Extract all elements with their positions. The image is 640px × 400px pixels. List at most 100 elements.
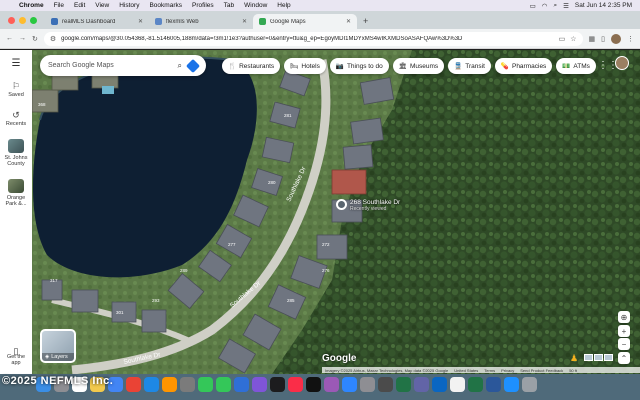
app-store-icon[interactable] [342, 377, 357, 392]
podcasts-icon[interactable] [324, 377, 339, 392]
menu-help[interactable]: Help [272, 2, 295, 9]
footer-link[interactable]: Privacy [501, 368, 514, 373]
chrome-profile-avatar[interactable] [611, 33, 621, 44]
app-icon[interactable] [234, 377, 249, 392]
excel-icon[interactable] [396, 377, 411, 392]
forward-arrow-icon[interactable]: → [19, 35, 26, 42]
system-settings-icon[interactable] [360, 377, 375, 392]
tab-realmls[interactable]: realMLS Dashboard ✕ [45, 14, 149, 29]
rail-recent-place[interactable]: Orange Park &... [2, 179, 30, 207]
rail-recent-place[interactable]: St. Johns County [2, 139, 30, 167]
menu-bookmarks[interactable]: Bookmarks [144, 2, 187, 9]
chrome-menu-icon[interactable]: ⋮ [627, 35, 634, 43]
map-preview-thumb[interactable] [584, 354, 593, 361]
location-pin-icon[interactable] [336, 199, 347, 210]
chip-transit[interactable]: 🚆 Transit [448, 58, 491, 74]
app-icon[interactable] [432, 377, 447, 392]
chip-atms[interactable]: 💵 ATMs [556, 58, 596, 74]
search-box[interactable]: Search Google Maps ⌕ [40, 55, 206, 76]
chip-label: Restaurants [239, 62, 275, 70]
app-icon[interactable] [270, 377, 285, 392]
google-account-avatar[interactable] [615, 56, 629, 70]
menu-tab[interactable]: Tab [219, 2, 239, 9]
rail-recents[interactable]: ↺ Recents [6, 110, 26, 127]
app-icon[interactable] [180, 377, 195, 392]
footer-link[interactable]: Send Product Feedback [520, 368, 563, 373]
directions-icon[interactable] [185, 58, 201, 73]
back-arrow-icon[interactable]: ← [6, 35, 13, 42]
extensions-icon[interactable]: ▦ [589, 35, 596, 43]
tab-title: flexmls Web [166, 18, 199, 25]
reload-icon[interactable]: ↻ [32, 35, 38, 43]
chip-pharmacies[interactable]: 💊 Pharmacies [494, 58, 553, 74]
menu-app-name[interactable]: Chrome [14, 2, 49, 9]
app-icon[interactable] [504, 377, 519, 392]
zoom-in-button[interactable]: + [618, 325, 630, 337]
menu-file[interactable]: File [49, 2, 69, 9]
wifi-icon[interactable]: ◠ [542, 2, 548, 10]
my-location-button[interactable]: ⊕ [618, 311, 630, 323]
pegman-icon[interactable]: ♟ [570, 353, 578, 364]
chip-restaurants[interactable]: 🍴 Restaurants [222, 58, 281, 74]
map-preview-thumb[interactable] [594, 354, 603, 361]
menu-edit[interactable]: Edit [69, 2, 90, 9]
photos-icon[interactable] [126, 377, 141, 392]
close-tab-icon[interactable]: ✕ [138, 18, 143, 25]
word-icon[interactable] [486, 377, 501, 392]
scale-label[interactable]: 50 ft [569, 368, 577, 373]
search-icon[interactable]: ⌕ [178, 61, 182, 71]
close-tab-icon[interactable]: ✕ [346, 18, 351, 25]
facetime-icon[interactable] [216, 377, 231, 392]
sidepanel-icon[interactable]: ▯ [601, 35, 605, 43]
battery-icon[interactable]: ▭ [530, 2, 536, 10]
chip-things-to-do[interactable]: 📷 Things to do [329, 58, 389, 74]
address-bar-url[interactable]: google.com/maps/@30.054368,-81.5146005,1… [61, 36, 553, 42]
new-tab-button[interactable]: + [357, 16, 374, 29]
excel-icon[interactable] [468, 377, 483, 392]
search-spotlight-icon[interactable]: ⌕ [553, 2, 557, 10]
tab-google-maps[interactable]: Google Maps ✕ [253, 14, 357, 29]
pin-label[interactable]: 268 Southlake Dr Recently viewed [350, 199, 400, 213]
footer-link[interactable]: Terms [484, 368, 495, 373]
zoom-out-button[interactable]: − [618, 338, 630, 350]
close-window-button[interactable] [8, 17, 15, 24]
trash-icon[interactable] [522, 377, 537, 392]
close-tab-icon[interactable]: ✕ [242, 18, 247, 25]
app-icon[interactable] [144, 377, 159, 392]
rail-saved[interactable]: ⚐ Saved [8, 81, 24, 98]
music-icon[interactable] [288, 377, 303, 392]
cast-icon[interactable]: ▭ [559, 35, 566, 43]
menu-history[interactable]: History [114, 2, 144, 9]
map-type-previews[interactable] [584, 354, 613, 361]
menu-view[interactable]: View [90, 2, 114, 9]
rail-get-app[interactable]: ▯ Get the app [4, 347, 28, 367]
footer-link[interactable]: United States [454, 368, 478, 373]
expand-up-icon[interactable]: ⌃ [618, 352, 630, 364]
layers-button[interactable]: ◈ Layers [40, 329, 76, 363]
site-info-icon[interactable]: ⚙ [50, 35, 56, 43]
zoom-window-button[interactable] [30, 17, 37, 24]
chip-museums[interactable]: 🏛 Museums [392, 58, 445, 74]
messages-icon[interactable] [198, 377, 213, 392]
app-icon[interactable] [378, 377, 393, 392]
menu-profiles[interactable]: Profiles [187, 2, 219, 9]
chip-hotels[interactable]: 🛏 Hotels [284, 58, 326, 74]
map-preview-thumb[interactable] [604, 354, 613, 361]
app-icon[interactable] [252, 377, 267, 392]
search-input[interactable]: Search Google Maps [48, 62, 172, 69]
tab-flexmls[interactable]: flexmls Web ✕ [149, 14, 253, 29]
control-center-icon[interactable]: ☰ [563, 2, 569, 10]
document-icon[interactable] [450, 377, 465, 392]
address-bar[interactable]: ⚙ google.com/maps/@30.054368,-81.5146005… [43, 31, 583, 46]
tv-icon[interactable] [306, 377, 321, 392]
teams-icon[interactable] [414, 377, 429, 392]
satellite-imagery[interactable]: Southlake Dr Southlake Dr Southlake Dr 3… [32, 50, 640, 374]
bookmark-star-icon[interactable]: ☆ [570, 35, 576, 43]
minimize-window-button[interactable] [19, 17, 26, 24]
menu-window[interactable]: Window [239, 2, 272, 9]
satellite-map[interactable]: Southlake Dr Southlake Dr Southlake Dr 3… [32, 50, 640, 374]
map-attribution-bar: Imagery ©2025 Airbus, Maxar Technologies… [322, 367, 640, 373]
menubar-clock[interactable]: Sat Jun 14 2:35 PM [575, 2, 632, 9]
app-icon[interactable] [162, 377, 177, 392]
hamburger-menu-icon[interactable]: ☰ [12, 58, 21, 69]
